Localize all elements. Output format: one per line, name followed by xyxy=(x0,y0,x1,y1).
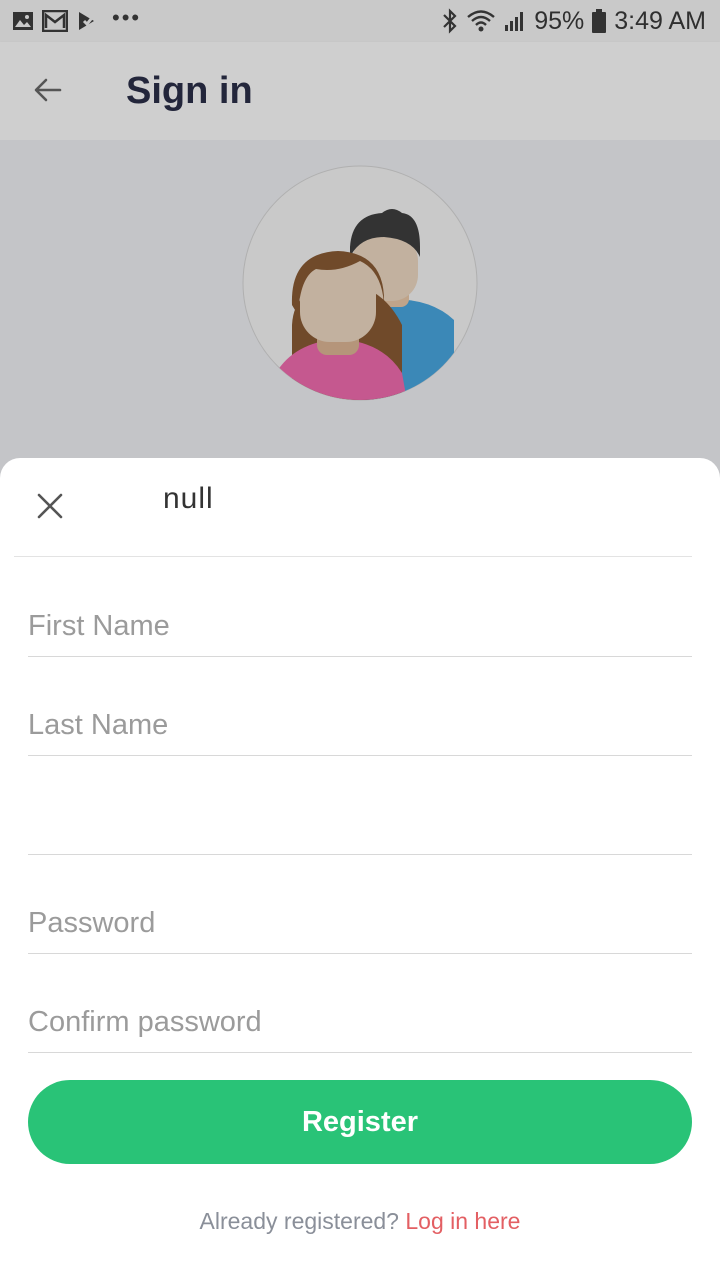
login-link[interactable]: Log in here xyxy=(405,1208,520,1234)
more-dots-icon: ••• xyxy=(112,5,142,30)
tasks-icon xyxy=(76,10,98,32)
password-field[interactable] xyxy=(28,891,692,954)
sheet-title: null xyxy=(163,482,214,515)
arrow-left-icon xyxy=(32,74,64,111)
close-icon xyxy=(36,492,64,525)
back-button[interactable] xyxy=(24,68,72,116)
login-prompt-line: Already registered? Log in here xyxy=(0,1208,720,1235)
login-prompt-text: Already registered? xyxy=(199,1208,399,1234)
image-icon xyxy=(12,11,34,31)
email-field[interactable] xyxy=(28,792,692,855)
register-button[interactable]: Register xyxy=(28,1080,692,1164)
system-icons: 95% 3:49 AM xyxy=(442,5,706,37)
battery-level: 95% xyxy=(534,6,585,35)
first-name-input[interactable] xyxy=(28,604,692,648)
last-name-input[interactable] xyxy=(28,703,692,747)
sheet-header: null xyxy=(14,458,692,557)
wifi-icon xyxy=(466,9,496,33)
confirm-password-input[interactable] xyxy=(28,1000,692,1044)
last-name-field[interactable] xyxy=(28,693,692,756)
bluetooth-icon xyxy=(442,8,458,34)
page-title: Sign in xyxy=(126,70,253,112)
two-people-avatar-icon[interactable] xyxy=(242,165,478,401)
hero-area xyxy=(0,140,720,460)
app-bar: Sign in xyxy=(0,42,720,140)
gmail-icon xyxy=(42,10,68,32)
register-sheet: null Register Already registered? Log in… xyxy=(0,458,720,1280)
confirm-password-field[interactable] xyxy=(28,990,692,1053)
clock-time: 3:49 AM xyxy=(614,6,706,35)
close-button[interactable] xyxy=(30,488,70,528)
password-input[interactable] xyxy=(28,901,692,945)
first-name-field[interactable] xyxy=(28,594,692,657)
notification-icons: ••• xyxy=(12,5,141,33)
email-input[interactable] xyxy=(28,802,692,846)
battery-icon xyxy=(592,9,607,33)
status-bar: ••• 95% 3:49 AM xyxy=(0,0,720,42)
signal-icon xyxy=(504,10,526,32)
